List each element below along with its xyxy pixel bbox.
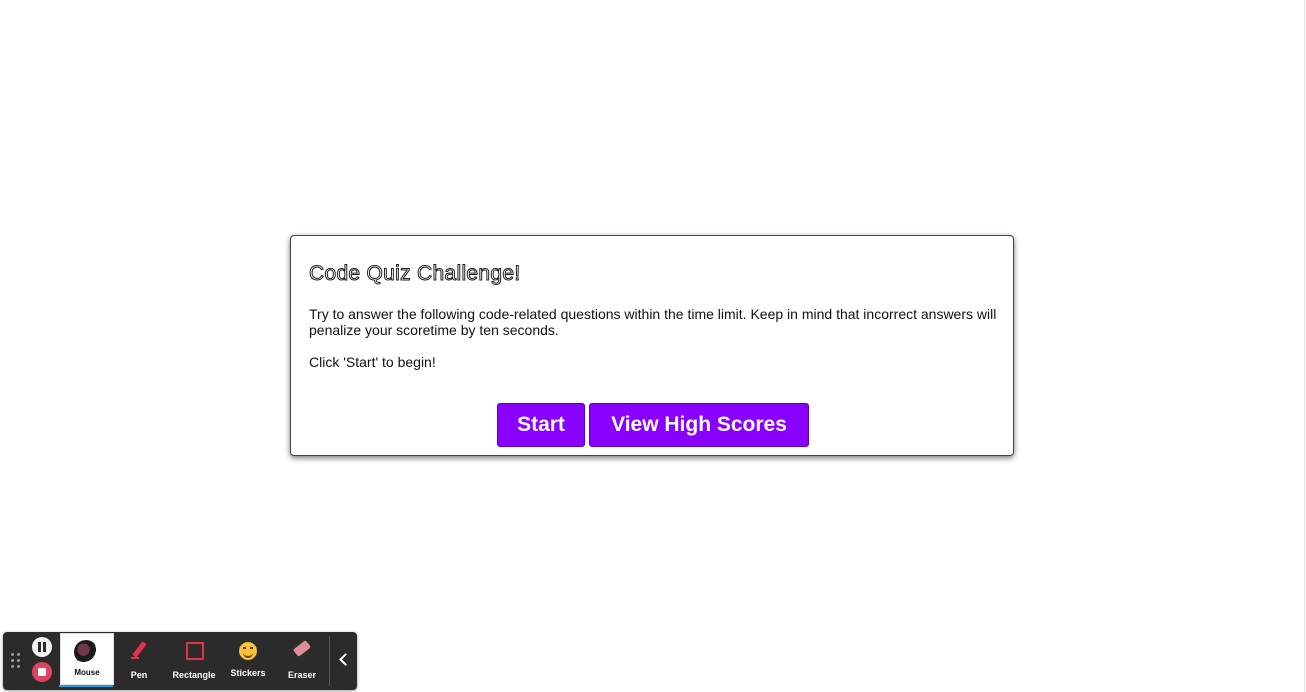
eraser-tool-button[interactable]: Eraser — [276, 640, 328, 686]
pen-icon — [128, 640, 150, 662]
stickers-tool-label: Stickers — [230, 668, 266, 678]
view-high-scores-button[interactable]: View High Scores — [589, 403, 809, 447]
drag-handle-icon[interactable] — [11, 653, 21, 669]
quiz-instruction: Click 'Start' to begin! — [309, 354, 436, 370]
start-button[interactable]: Start — [497, 403, 585, 447]
quiz-title: Code Quiz Challenge! — [308, 262, 521, 286]
page-right-border — [1304, 0, 1305, 692]
stop-recording-button[interactable] — [32, 662, 52, 682]
rectangle-tool-label: Rectangle — [172, 670, 216, 680]
chevron-left-icon[interactable] — [333, 648, 355, 672]
toolbar-divider — [329, 636, 330, 686]
camera-active-indicator — [59, 685, 113, 687]
quiz-card: Code Quiz Challenge! Try to answer the f… — [290, 235, 1014, 456]
stickers-tool-button[interactable]: Stickers — [222, 640, 274, 686]
sticker-icon — [239, 642, 257, 660]
quiz-description: Try to answer the following code-related… — [309, 306, 997, 338]
camera-thumbnail[interactable]: Mouse — [60, 633, 114, 685]
eraser-icon — [291, 640, 313, 662]
camera-avatar-icon — [74, 640, 98, 664]
eraser-tool-label: Eraser — [287, 670, 317, 680]
rectangle-icon — [183, 640, 205, 662]
pen-tool-button[interactable]: Pen — [113, 640, 165, 686]
rectangle-tool-button[interactable]: Rectangle — [168, 640, 220, 686]
camera-label: Mouse — [74, 668, 100, 677]
pause-recording-button[interactable] — [32, 637, 52, 657]
pen-tool-label: Pen — [130, 670, 148, 680]
recording-toolbar: Mouse Pen Rectangle Stickers Eraser — [3, 632, 357, 690]
